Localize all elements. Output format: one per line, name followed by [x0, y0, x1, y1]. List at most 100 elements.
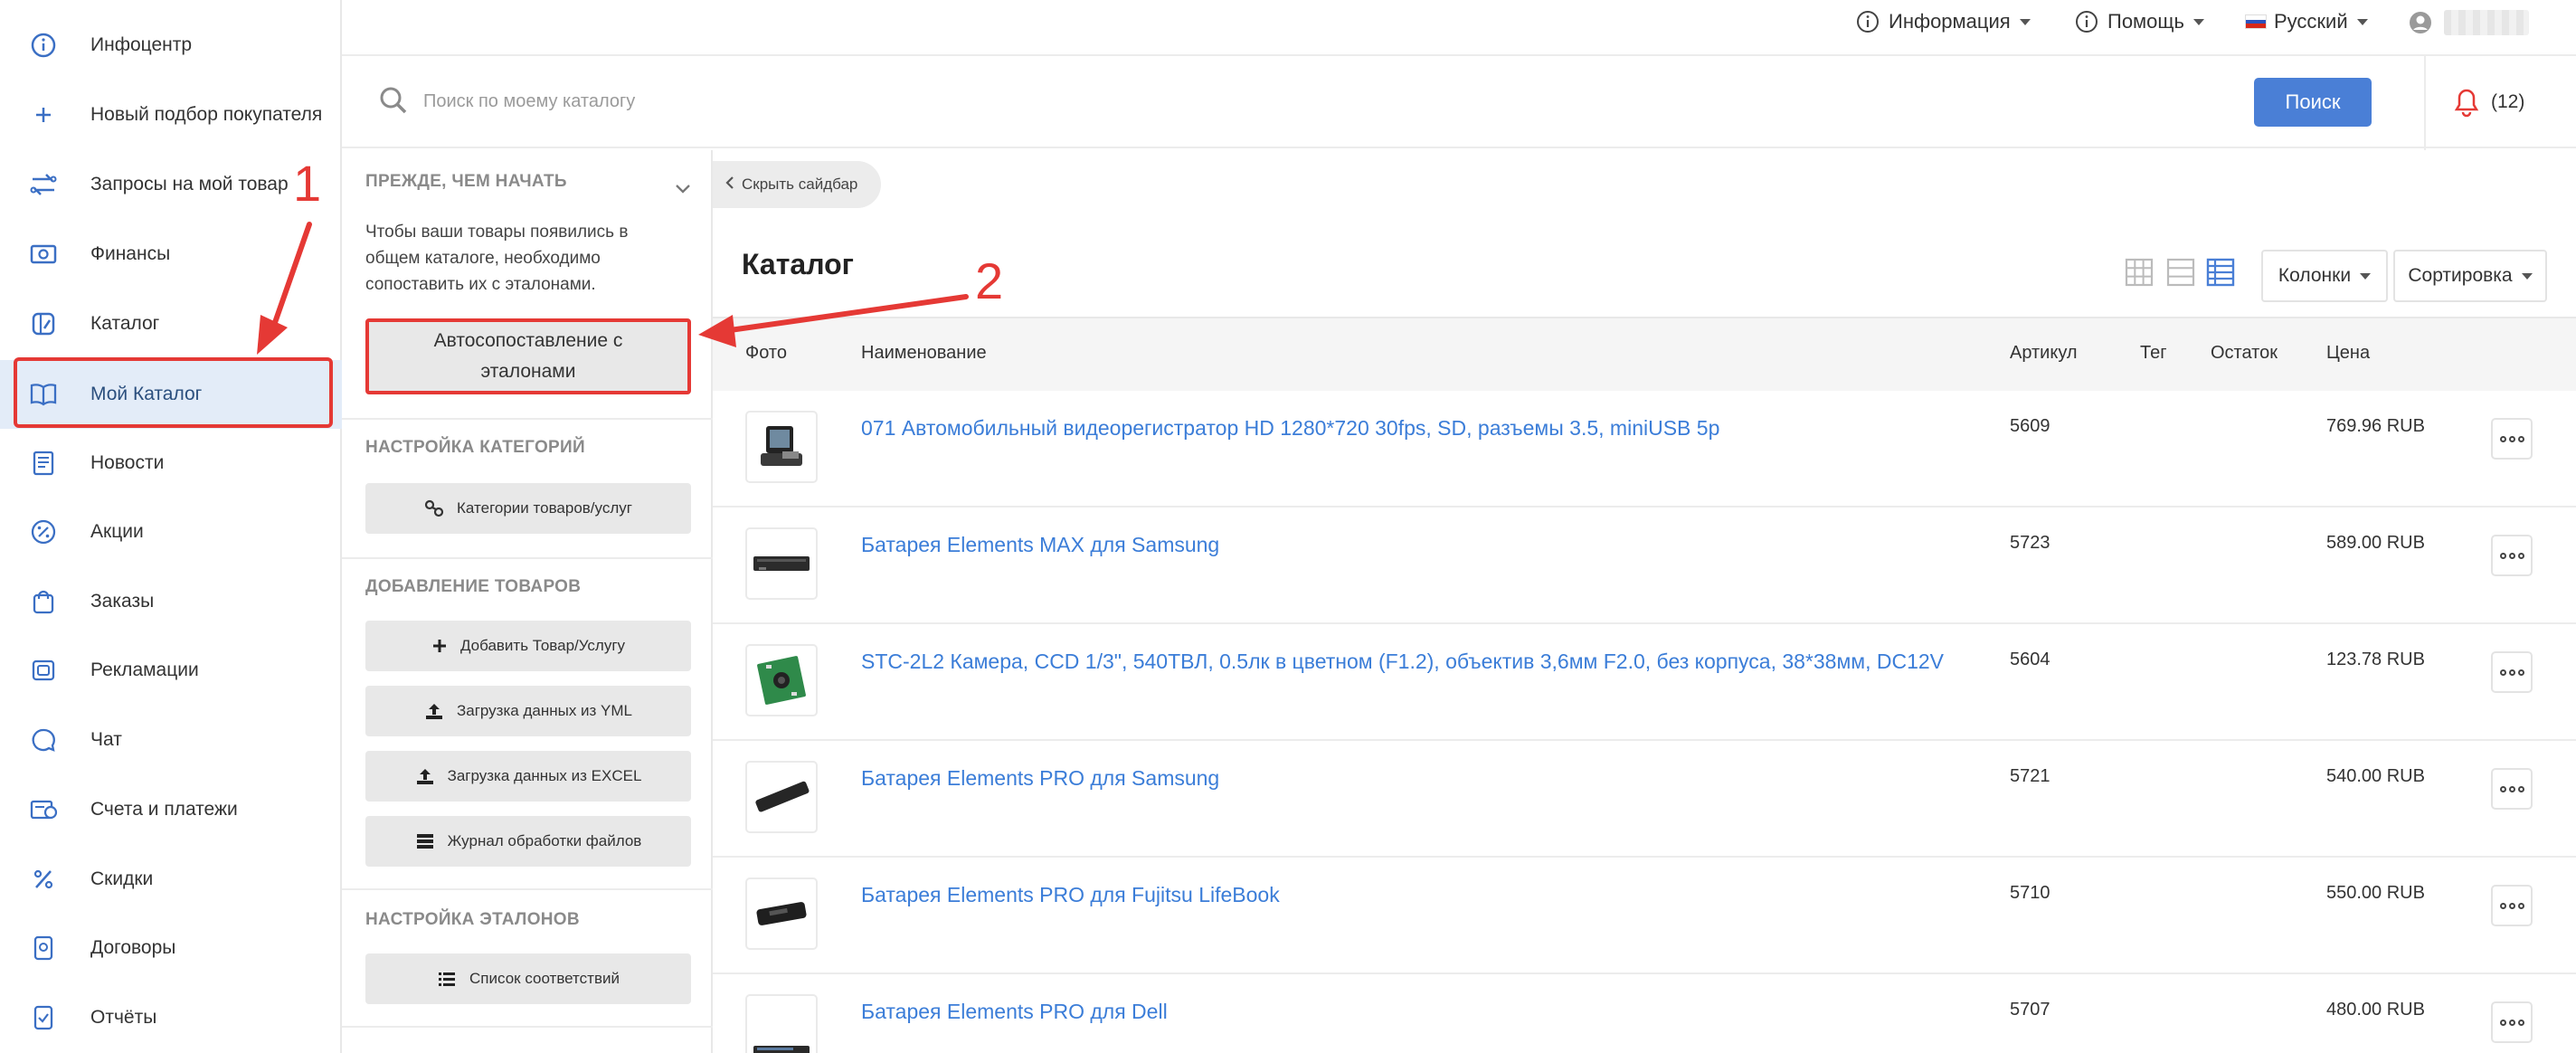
top-bar: Информация Помощь Русский [342, 0, 2576, 47]
nav-item-news[interactable]: Новости [0, 429, 342, 498]
categories-button[interactable]: Категории товаров/услуг [365, 483, 691, 534]
section-title-standards: НАСТРОЙКА ЭТАЛОНОВ [365, 910, 580, 929]
nav-item-label: Финансы [90, 243, 171, 264]
sort-dropdown[interactable]: Сортировка [2393, 250, 2547, 302]
product-thumbnail[interactable] [745, 644, 818, 716]
hide-sidebar-label: Скрыть сайдбар [742, 176, 858, 193]
nav-item-label: Запросы на мой товар [90, 174, 289, 194]
nav-item-contracts[interactable]: Договоры [0, 914, 342, 982]
columns-dropdown-label: Колонки [2278, 265, 2352, 286]
product-name-link[interactable]: 071 Автомобильный видеорегистратор HD 12… [861, 413, 1946, 443]
nav-item-chat[interactable]: Чат [0, 706, 342, 774]
more-dots-icon [2499, 435, 2524, 442]
nav-item-label: Скидки [90, 868, 154, 889]
product-thumbnail[interactable] [745, 994, 818, 1053]
money-icon [27, 238, 60, 270]
product-price: 769.96 RUB [2326, 416, 2425, 436]
nav-item-my-catalog[interactable]: Мой Каталог [0, 360, 342, 429]
columns-dropdown[interactable]: Колонки [2261, 250, 2388, 302]
hide-sidebar-button[interactable]: Скрыть сайдбар [713, 161, 881, 208]
news-icon [27, 447, 60, 479]
nav-item-catalog[interactable]: Каталог [0, 289, 342, 358]
column-header-stock[interactable]: Остаток [2211, 343, 2278, 364]
more-actions-button[interactable] [2491, 418, 2533, 460]
matches-list-button[interactable]: Список соответствий [365, 953, 691, 1004]
column-header-sku[interactable]: Артикул [2010, 343, 2078, 364]
nav-item-finance[interactable]: Финансы [0, 220, 342, 289]
nav-item-orders[interactable]: Заказы [0, 567, 342, 636]
exchange-icon [27, 168, 60, 201]
link-icon [424, 499, 444, 517]
more-actions-button[interactable] [2491, 651, 2533, 693]
more-actions-button[interactable] [2491, 885, 2533, 926]
add-product-button[interactable]: Добавить Товар/Услугу [365, 621, 691, 671]
product-thumbnail[interactable] [745, 527, 818, 600]
product-name-link[interactable]: Батарея Elements PRO для Fujitsu LifeBoo… [861, 879, 1946, 910]
more-actions-button[interactable] [2491, 535, 2533, 576]
nav-item-reports[interactable]: Отчёты [0, 983, 342, 1052]
chevron-down-icon[interactable] [675, 183, 691, 199]
info-circle-icon [2075, 10, 2098, 33]
product-name-link[interactable]: Батарея Elements PRO для Samsung [861, 763, 1946, 793]
plus-icon [431, 638, 448, 654]
help-menu[interactable]: Помощь [2075, 10, 2204, 33]
nav-item-new-selection[interactable]: Новый подбор покупателя [0, 81, 342, 149]
product-name-link[interactable]: Батарея Elements MAX для Samsung [861, 529, 1946, 560]
nav-item-promotions[interactable]: Акции [0, 498, 342, 566]
notifications-count: (12) [2491, 91, 2525, 112]
column-header-name[interactable]: Наименование [861, 343, 987, 364]
search-bar: Поиск (12) [342, 54, 2576, 150]
product-thumbnail[interactable] [745, 411, 818, 483]
russian-flag-icon [2245, 14, 2267, 29]
more-actions-button[interactable] [2491, 1001, 2533, 1043]
search-input[interactable] [423, 83, 2214, 119]
nav-item-label: Рекламации [90, 659, 199, 680]
column-header-price[interactable]: Цена [2326, 343, 2370, 364]
product-name-link[interactable]: Батарея Elements PRO для Dell [861, 996, 1946, 1027]
table-row[interactable]: 071 Автомобильный видеорегистратор HD 12… [713, 391, 2576, 508]
file-log-button[interactable]: Журнал обработки файлов [365, 816, 691, 867]
product-price: 123.78 RUB [2326, 650, 2425, 669]
nav-item-discounts[interactable]: Скидки [0, 845, 342, 914]
auto-match-button[interactable]: Автосопоставление с эталонами [365, 318, 691, 394]
nav-item-requests[interactable]: Запросы на мой товар [0, 150, 342, 219]
search-icon [378, 85, 409, 120]
user-menu[interactable] [2408, 10, 2529, 35]
column-header-tag[interactable]: Тег [2140, 343, 2167, 364]
table-row[interactable]: Батарея Elements PRO для Dell 5707 480.0… [713, 974, 2576, 1053]
notifications-button[interactable]: (12) [2453, 87, 2524, 118]
grid-view-icon[interactable] [2124, 257, 2155, 292]
more-actions-button[interactable] [2491, 768, 2533, 810]
table-row[interactable]: STC-2L2 Камера, CCD 1/3", 540ТВЛ, 0.5лк … [713, 624, 2576, 741]
matches-list-button-label: Список соответствий [469, 970, 620, 987]
claims-icon [27, 654, 60, 687]
annotation-number-2: 2 [975, 252, 1004, 309]
product-price: 480.00 RUB [2326, 1000, 2425, 1020]
upload-yml-button[interactable]: Загрузка данных из YML [365, 686, 691, 736]
divider [2424, 56, 2426, 150]
nav-item-invoices[interactable]: Счета и платежи [0, 775, 342, 844]
table-row[interactable]: Батарея Elements MAX для Samsung 5723 58… [713, 508, 2576, 624]
divider [342, 418, 713, 420]
upload-excel-button[interactable]: Загрузка данных из EXCEL [365, 751, 691, 802]
list-view-icon[interactable] [2165, 257, 2196, 292]
nav-item-claims[interactable]: Рекламации [0, 636, 342, 705]
product-thumbnail[interactable] [745, 878, 818, 950]
product-name-link[interactable]: STC-2L2 Камера, CCD 1/3", 540ТВЛ, 0.5лк … [861, 646, 1946, 677]
chevron-down-icon [2360, 272, 2372, 280]
invoice-icon [27, 793, 60, 826]
upload-yml-button-label: Загрузка данных из YML [456, 702, 633, 719]
language-selector[interactable]: Русский [2245, 10, 2368, 33]
table-row[interactable]: Батарея Elements PRO для Samsung 5721 54… [713, 741, 2576, 858]
nav-item-label: Отчёты [90, 1007, 157, 1028]
product-thumbnail[interactable] [745, 761, 818, 833]
nav-item-infocenter[interactable]: Инфоцентр [0, 11, 342, 80]
table-row[interactable]: Батарея Elements PRO для Fujitsu LifeBoo… [713, 858, 2576, 974]
info-menu[interactable]: Информация [1856, 10, 2031, 33]
table-view-icon[interactable] [2205, 257, 2236, 292]
search-button[interactable]: Поиск [2254, 78, 2372, 127]
plus-icon [27, 99, 60, 131]
nav-item-label: Договоры [90, 937, 176, 958]
upload-icon [415, 767, 435, 785]
nav-item-label: Акции [90, 521, 144, 542]
